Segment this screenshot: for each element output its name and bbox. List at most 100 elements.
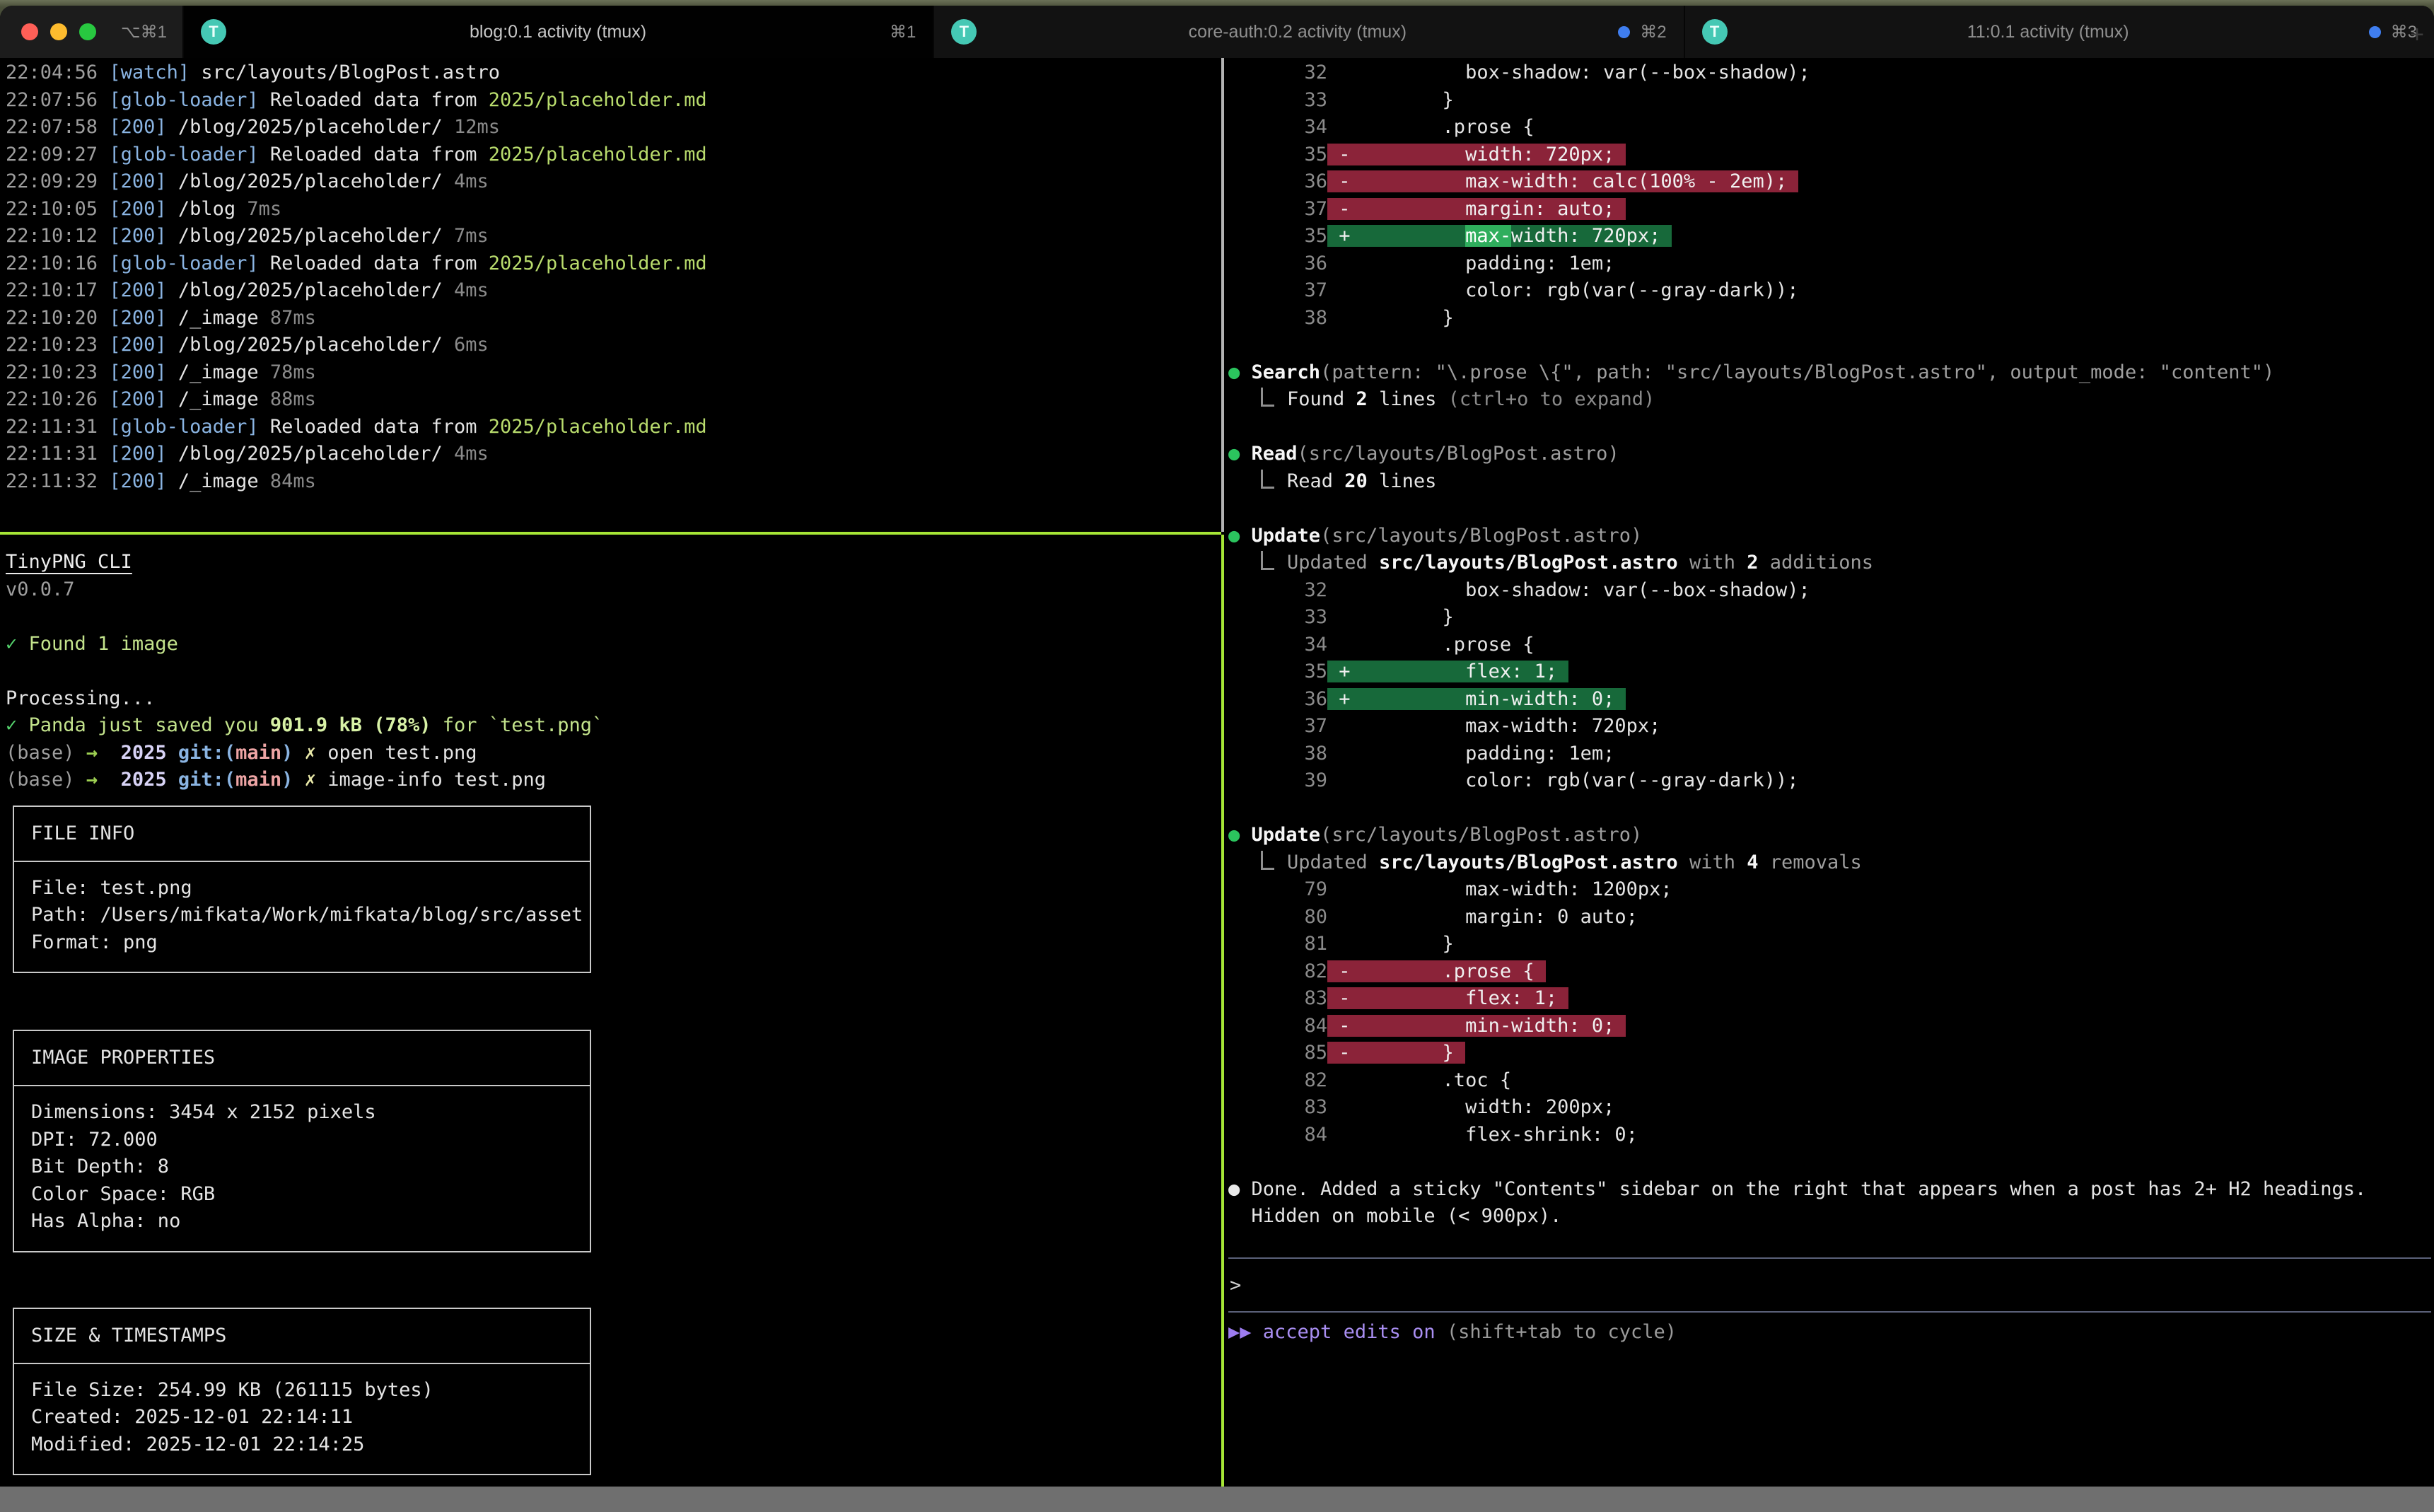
terminal-line: v0.0.7 <box>6 576 1221 604</box>
terminal-line: 22:07:58 [200] /blog/2025/placeholder/ 1… <box>6 114 1221 141</box>
activity-dot-icon <box>1618 26 1630 38</box>
terminal-line: (base) → 2025 git:(main) ✗ image-info te… <box>6 767 1221 794</box>
terminal-line: 22:10:17 [200] /blog/2025/placeholder/ 4… <box>6 277 1221 305</box>
terminal-line: 33 } <box>1228 87 2434 115</box>
terminal-line: 22:10:26 [200] /_image 88ms <box>6 386 1221 414</box>
terminal-line: 22:11:32 [200] /_image 84ms <box>6 468 1221 496</box>
activity-dot-icon <box>2369 26 2381 38</box>
terminal-line: 35 + max-width: 720px; <box>1228 223 2434 250</box>
agent-transcript: 32 box-shadow: var(--box-shadow);33 }34 … <box>1228 59 2434 1257</box>
terminal-line: DPI: 72.000 <box>31 1127 590 1154</box>
terminal-line: 22:11:31 [glob-loader] Reloaded data fro… <box>6 414 1221 441</box>
terminal-line: ● Update(src/layouts/BlogPost.astro) <box>1228 523 2434 550</box>
terminal-line: 84 flex-shrink: 0; <box>1228 1122 2434 1149</box>
terminal-line: 79 max-width: 1200px; <box>1228 876 2434 904</box>
terminal-line: File: test.png <box>31 875 590 902</box>
terminal-line: ✓ Panda just saved you 901.9 kB (78%) fo… <box>6 712 1221 740</box>
terminal-line: 22:10:12 [200] /blog/2025/placeholder/ 7… <box>6 223 1221 250</box>
accept-edits-status[interactable]: ▶▶ accept edits on (shift+tab to cycle) <box>1228 1319 2434 1347</box>
cycle-hint: (shift+tab to cycle) <box>1436 1321 1677 1343</box>
terminal-line: Bit Depth: 8 <box>31 1153 590 1181</box>
tinypng-output: TinyPNG CLIv0.0.7 ✓ Found 1 image Proces… <box>6 549 1221 794</box>
terminal-line: 32 box-shadow: var(--box-shadow); <box>1228 59 2434 87</box>
terminal-line: 33 } <box>1228 604 2434 632</box>
new-tab-icon[interactable]: + <box>2410 21 2424 49</box>
input-prompt-char: > <box>1228 1274 1241 1296</box>
box-title: IMAGE PROPERTIES <box>14 1031 590 1086</box>
terminal-line: 37 - margin: auto; <box>1228 196 2434 223</box>
terminal-line: 22:10:05 [200] /blog 7ms <box>6 196 1221 223</box>
box-title: FILE INFO <box>14 807 590 862</box>
terminal-line: 22:10:23 [200] /blog/2025/placeholder/ 6… <box>6 332 1221 359</box>
terminal-line: ● Read(src/layouts/BlogPost.astro) <box>1228 441 2434 468</box>
pane-split-horizontal[interactable] <box>0 532 1221 535</box>
accept-edits-label: accept edits on <box>1263 1321 1436 1343</box>
terminal-line: 22:10:16 [glob-loader] Reloaded data fro… <box>6 250 1221 278</box>
terminal-content: 22:04:56 [watch] src/layouts/BlogPost.as… <box>0 58 2434 1487</box>
window-controls: ⌥⌘1 <box>0 6 182 58</box>
close-button[interactable] <box>21 23 38 40</box>
minimize-button[interactable] <box>50 23 67 40</box>
terminal-line: 80 margin: 0 auto; <box>1228 904 2434 931</box>
terminal-line: Found 2 lines (ctrl+o to expand) <box>1228 386 2434 414</box>
terminal-line: 39 color: rgb(var(--gray-dark)); <box>1228 767 2434 795</box>
terminal-line: Updated src/layouts/BlogPost.astro with … <box>1228 849 2434 877</box>
tab-shortcut: ⌘2 <box>1640 22 1666 42</box>
terminal-line: Created: 2025-12-01 22:14:11 <box>31 1404 590 1431</box>
traffic-lights <box>21 23 96 40</box>
terminal-line: 38 } <box>1228 305 2434 332</box>
terminal-line: 22:11:31 [200] /blog/2025/placeholder/ 4… <box>6 441 1221 468</box>
claude-code-pane[interactable]: 32 box-shadow: var(--box-shadow);33 }34 … <box>1224 58 2434 1487</box>
tmux-icon: T <box>1702 19 1728 45</box>
terminal-line: 22:10:20 [200] /_image 87ms <box>6 305 1221 332</box>
terminal-line: ● Update(src/layouts/BlogPost.astro) <box>1228 822 2434 849</box>
terminal-line: Read 20 lines <box>1228 468 2434 496</box>
box-body: File Size: 254.99 KB (261115 bytes)Creat… <box>14 1364 590 1475</box>
tab-11[interactable]: T 11:0.1 activity (tmux) ⌘3 + <box>1684 6 2434 58</box>
terminal-line: 22:10:23 [200] /_image 78ms <box>6 359 1221 387</box>
terminal-line: 34 .prose { <box>1228 632 2434 659</box>
terminal-line: 85 - } <box>1228 1040 2434 1067</box>
terminal-line <box>1228 795 2434 822</box>
terminal-line: 81 } <box>1228 931 2434 958</box>
box-body: File: test.pngPath: /Users/mifkata/Work/… <box>14 862 590 972</box>
terminal-line: Modified: 2025-12-01 22:14:25 <box>31 1431 590 1459</box>
terminal-line: 22:09:29 [200] /blog/2025/placeholder/ 4… <box>6 168 1221 196</box>
terminal-line: 22:07:56 [glob-loader] Reloaded data fro… <box>6 87 1221 115</box>
terminal-line: File Size: 254.99 KB (261115 bytes) <box>31 1377 590 1405</box>
terminal-line: ● Search(pattern: "\.prose \{", path: "s… <box>1228 359 2434 387</box>
terminal-line: Color Space: RGB <box>31 1181 590 1209</box>
tab-core-auth[interactable]: T core-auth:0.2 activity (tmux) ⌘2 <box>933 6 1683 58</box>
terminal-line: 82 .toc { <box>1228 1067 2434 1095</box>
terminal-line: 22:04:56 [watch] src/layouts/BlogPost.as… <box>6 59 1221 87</box>
terminal-line: (base) → 2025 git:(main) ✗ open test.png <box>6 740 1221 767</box>
image-properties-box: IMAGE PROPERTIES Dimensions: 3454 x 2152… <box>13 1030 591 1252</box>
terminal-line <box>1228 495 2434 523</box>
zoom-button[interactable] <box>79 23 96 40</box>
terminal-line: TinyPNG CLI <box>6 549 1221 576</box>
terminal-line: 32 box-shadow: var(--box-shadow); <box>1228 577 2434 605</box>
terminal-line: Processing... <box>6 685 1221 713</box>
terminal-line: Format: png <box>31 929 590 957</box>
terminal-line: Updated src/layouts/BlogPost.astro with … <box>1228 549 2434 577</box>
terminal-line: 84 - min-width: 0; <box>1228 1013 2434 1040</box>
zsh-pane[interactable]: TinyPNG CLIv0.0.7 ✓ Found 1 image Proces… <box>0 542 1221 1487</box>
double-arrow-icon: ▶▶ <box>1228 1321 1263 1343</box>
tab-blog[interactable]: T blog:0.1 activity (tmux) ⌘1 <box>182 6 933 58</box>
tmux-icon: T <box>201 19 226 45</box>
terminal-line: Path: /Users/mifkata/Work/mifkata/blog/s… <box>31 902 590 929</box>
terminal-line: ● Done. Added a sticky "Contents" sideba… <box>1228 1176 2434 1204</box>
terminal-line: 82 - .prose { <box>1228 958 2434 986</box>
terminal-line <box>1228 1231 2434 1258</box>
tab-title: blog:0.1 activity (tmux) <box>226 22 890 42</box>
terminal-line: 36 - max-width: calc(100% - 2em); <box>1228 168 2434 196</box>
tab-title: 11:0.1 activity (tmux) <box>1728 22 2369 42</box>
agent-input-box[interactable]: > <box>1228 1257 2431 1313</box>
terminal-line: 37 color: rgb(var(--gray-dark)); <box>1228 277 2434 305</box>
size-timestamps-box: SIZE & TIMESTAMPS File Size: 254.99 KB (… <box>13 1308 591 1476</box>
window-shortcut-label: ⌥⌘1 <box>121 22 167 42</box>
terminal-line: ✓ Found 1 image <box>6 631 1221 658</box>
dev-server-log-pane[interactable]: 22:04:56 [watch] src/layouts/BlogPost.as… <box>0 58 1221 532</box>
terminal-line: Dimensions: 3454 x 2152 pixels <box>31 1099 590 1127</box>
terminal-line: 22:09:27 [glob-loader] Reloaded data fro… <box>6 141 1221 169</box>
